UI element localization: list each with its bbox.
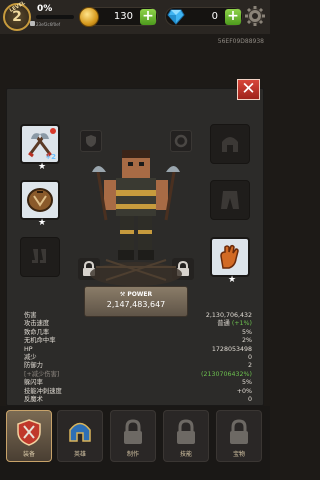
stat-value-main: 普通 xyxy=(217,320,230,328)
stat-name: 防御力 xyxy=(24,362,43,370)
gear-icon xyxy=(245,6,265,26)
gold-value: 130 xyxy=(113,11,133,22)
stat-row: [+减少伤害] (2130706432%) xyxy=(10,371,254,379)
power-icon: ⚒ xyxy=(119,291,126,298)
stat-name: [+减少伤害] xyxy=(24,370,60,378)
gloves-rarity-star: ★ xyxy=(228,275,237,285)
stat-value: 2 xyxy=(247,362,252,370)
helmet-icon xyxy=(222,137,238,152)
pants-slot[interactable] xyxy=(210,180,250,220)
session-id: 56EF09D88938 xyxy=(217,38,264,45)
tab-treasure[interactable]: 宝物 xyxy=(216,410,262,462)
helmet-icon xyxy=(69,422,91,442)
stats-list: 伤害 2,130,706,432 攻击速度 普通 (+1%) 致命几率 5% 无机命中… xyxy=(10,312,254,404)
boots-slot[interactable] xyxy=(20,237,60,277)
stat-row: 躲闪率 5% xyxy=(10,379,254,387)
gem-counter: 0 + xyxy=(165,7,243,26)
hero-character xyxy=(90,150,182,286)
weapon-slot[interactable]: +2 ★ xyxy=(20,124,60,172)
stat-value: 普通 (+1%) xyxy=(217,320,252,328)
add-gem-button[interactable]: + xyxy=(225,9,241,25)
stat-name: HP xyxy=(24,345,33,353)
xp-percent: 0% xyxy=(37,4,53,14)
settings-button[interactable] xyxy=(243,4,267,28)
coin-icon xyxy=(79,7,99,27)
player-id: 23ef2c6f0ef xyxy=(36,22,61,27)
stat-value: 0 xyxy=(247,395,252,403)
top-bar: LEVEL 2 0% 23ef2c6f0ef 130 + 0 + xyxy=(0,0,270,34)
gloves-slot[interactable]: ★ xyxy=(210,237,250,285)
power-value: 2,147,483,647 xyxy=(106,300,166,309)
gem-value: 0 xyxy=(211,11,218,22)
stat-name: 无机命中率 xyxy=(24,337,56,345)
new-item-dot xyxy=(50,128,56,134)
stat-value: (2130706432%) xyxy=(201,370,252,378)
stat-row: 减少 0 xyxy=(10,354,254,362)
stat-row: 反魔术 0 xyxy=(10,396,254,404)
gold-counter: 130 + xyxy=(79,7,158,27)
stat-row: 致命几率 5% xyxy=(10,329,254,337)
gem-icon xyxy=(167,9,185,25)
tab-skills[interactable]: 技能 xyxy=(163,410,209,462)
stat-value: +0% xyxy=(236,387,252,395)
tab-label: 英雄 xyxy=(73,451,86,458)
tab-label: 宝物 xyxy=(232,451,245,458)
equipment-icon xyxy=(17,419,41,446)
stat-row: 防御力 2 xyxy=(10,362,254,370)
tab-hero[interactable]: 英雄 xyxy=(57,410,103,462)
bottom-tab-bar: 装备 英雄 制作 技能 宝物 xyxy=(0,406,270,480)
stat-value: 1728053498 xyxy=(211,345,252,353)
stat-name: 反魔术 xyxy=(24,395,43,403)
lock-icon xyxy=(177,419,195,444)
stat-value-bonus: (+1%) xyxy=(231,320,252,328)
xp-bar xyxy=(36,15,74,19)
stat-name: 躲闪率 xyxy=(24,379,43,387)
helmet-slot[interactable] xyxy=(210,124,250,164)
pants-icon xyxy=(221,191,239,209)
weapon-upgrade-level: +2 xyxy=(45,153,56,161)
stat-row: HP 1728053498 xyxy=(10,346,254,354)
stat-name: 攻击速度 xyxy=(24,320,50,328)
power-label-text: POWER xyxy=(127,291,153,298)
lock-icon xyxy=(124,419,142,444)
armor-slot[interactable]: ★ xyxy=(20,180,60,228)
user-icon xyxy=(30,21,35,26)
stat-row: 技能冲刺速度 +0% xyxy=(10,388,254,396)
armor-rarity-star: ★ xyxy=(38,218,47,228)
tab-equipment[interactable]: 装备 xyxy=(6,410,52,462)
stat-row: 攻击速度 普通 (+1%) xyxy=(10,320,254,328)
stat-name: 技能冲刺速度 xyxy=(24,387,62,395)
tab-label: 制作 xyxy=(126,451,139,458)
level-badge[interactable]: LEVEL 2 xyxy=(3,0,31,31)
lock-icon xyxy=(230,419,248,444)
stat-row: 无机命中率 2% xyxy=(10,337,254,345)
chest-armor-icon xyxy=(27,188,53,212)
stat-value: 5% xyxy=(242,328,252,336)
close-button[interactable]: ✕ xyxy=(237,79,260,100)
stat-value: 5% xyxy=(242,379,252,387)
tab-crafting[interactable]: 制作 xyxy=(110,410,156,462)
stat-name: 致命几率 xyxy=(24,328,50,336)
weapon-rarity-star: ★ xyxy=(38,162,47,172)
stat-value: 2% xyxy=(242,337,252,345)
add-gold-button[interactable]: + xyxy=(140,9,156,25)
tab-label: 装备 xyxy=(22,451,35,458)
power-label: ⚒ POWER xyxy=(85,291,187,298)
glove-icon xyxy=(220,244,239,269)
boots-icon xyxy=(32,249,46,263)
stat-value: 0 xyxy=(247,353,252,361)
tab-label: 技能 xyxy=(179,451,192,458)
